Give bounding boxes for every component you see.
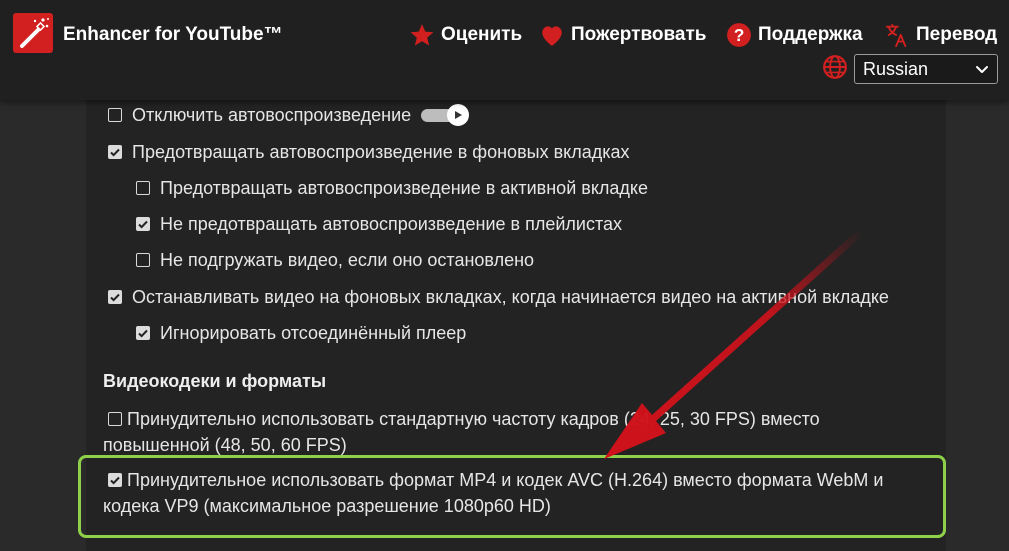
option-label: Принудительное использовать формат MP4 и… [103, 470, 884, 516]
option-force-mp4-avc[interactable]: Принудительное использовать формат MP4 и… [103, 467, 938, 519]
option-ignore-detached-player[interactable]: Игнорировать отсоединённый плеер [136, 320, 466, 346]
option-label: Игнорировать отсоединённый плеер [160, 323, 467, 343]
section-title-codecs: Видеокодеки и форматы [103, 371, 327, 391]
checkbox[interactable] [108, 473, 122, 487]
chevron-down-icon [976, 66, 988, 73]
app-title: Enhancer for YouTube™ [63, 24, 283, 45]
checkbox[interactable] [108, 145, 122, 159]
option-label: Останавливать видео на фоновых вкладках,… [132, 287, 889, 307]
magic-wand-logo-icon [13, 13, 53, 53]
language-select-value: Russian [863, 58, 929, 79]
autoplay-toggle-icon [421, 104, 470, 126]
option-label: Принудительно использовать стандартную ч… [103, 409, 820, 455]
heart-icon [539, 22, 565, 48]
check-icon [138, 329, 148, 338]
checkbox[interactable] [136, 217, 150, 231]
language-row: Russian [822, 54, 998, 84]
option-pause-background-videos[interactable]: Останавливать видео на фоновых вкладках,… [108, 284, 889, 310]
app-header: Enhancer for YouTube™ Оценить Пожертвова… [0, 0, 1009, 100]
rate-link-label: Оценить [441, 24, 523, 45]
option-label: Не предотвращать автовоспроизведение в п… [160, 214, 623, 234]
checkbox[interactable] [136, 181, 150, 195]
checkbox[interactable] [108, 290, 122, 304]
check-icon [110, 476, 120, 485]
option-label: Предотвращать автовоспроизведение в фоно… [132, 142, 630, 162]
option-no-preload-stopped[interactable]: Не подгружать видео, если оно остановлен… [136, 247, 534, 273]
donate-link[interactable]: Пожертвовать [539, 20, 706, 50]
option-prevent-autoplay-background[interactable]: Предотвращать автовоспроизведение в фоно… [108, 139, 630, 165]
option-label: Не подгружать видео, если оно остановлен… [160, 250, 535, 270]
option-label: Предотвращать автовоспроизведение в акти… [160, 178, 648, 198]
language-select[interactable]: Russian [854, 54, 998, 84]
svg-text:?: ? [734, 25, 745, 45]
support-link[interactable]: ? Поддержка [726, 20, 863, 50]
translate-icon [884, 22, 910, 48]
option-force-standard-fps[interactable]: Принудительно использовать стандартную ч… [103, 406, 878, 458]
option-allow-autoplay-playlists[interactable]: Не предотвращать автовоспроизведение в п… [136, 211, 622, 237]
checkbox[interactable] [108, 108, 122, 122]
support-link-label: Поддержка [758, 24, 863, 45]
rate-link[interactable]: Оценить [409, 20, 522, 50]
checkbox[interactable] [136, 326, 150, 340]
check-icon [138, 220, 148, 229]
translate-link-label: Перевод [916, 24, 998, 45]
help-icon: ? [726, 22, 752, 48]
globe-icon [822, 54, 848, 85]
check-icon [110, 148, 120, 157]
checkbox[interactable] [136, 253, 150, 267]
checkbox[interactable] [108, 412, 122, 426]
check-icon [110, 293, 120, 302]
option-disable-autoplay[interactable]: Отключить автовоспроизведение [108, 102, 470, 128]
translate-link[interactable]: Перевод [884, 20, 997, 50]
option-label: Отключить автовоспроизведение [132, 105, 412, 125]
option-prevent-autoplay-active[interactable]: Предотвращать автовоспроизведение в акти… [136, 175, 648, 201]
star-icon [409, 22, 435, 48]
donate-link-label: Пожертвовать [571, 24, 707, 45]
